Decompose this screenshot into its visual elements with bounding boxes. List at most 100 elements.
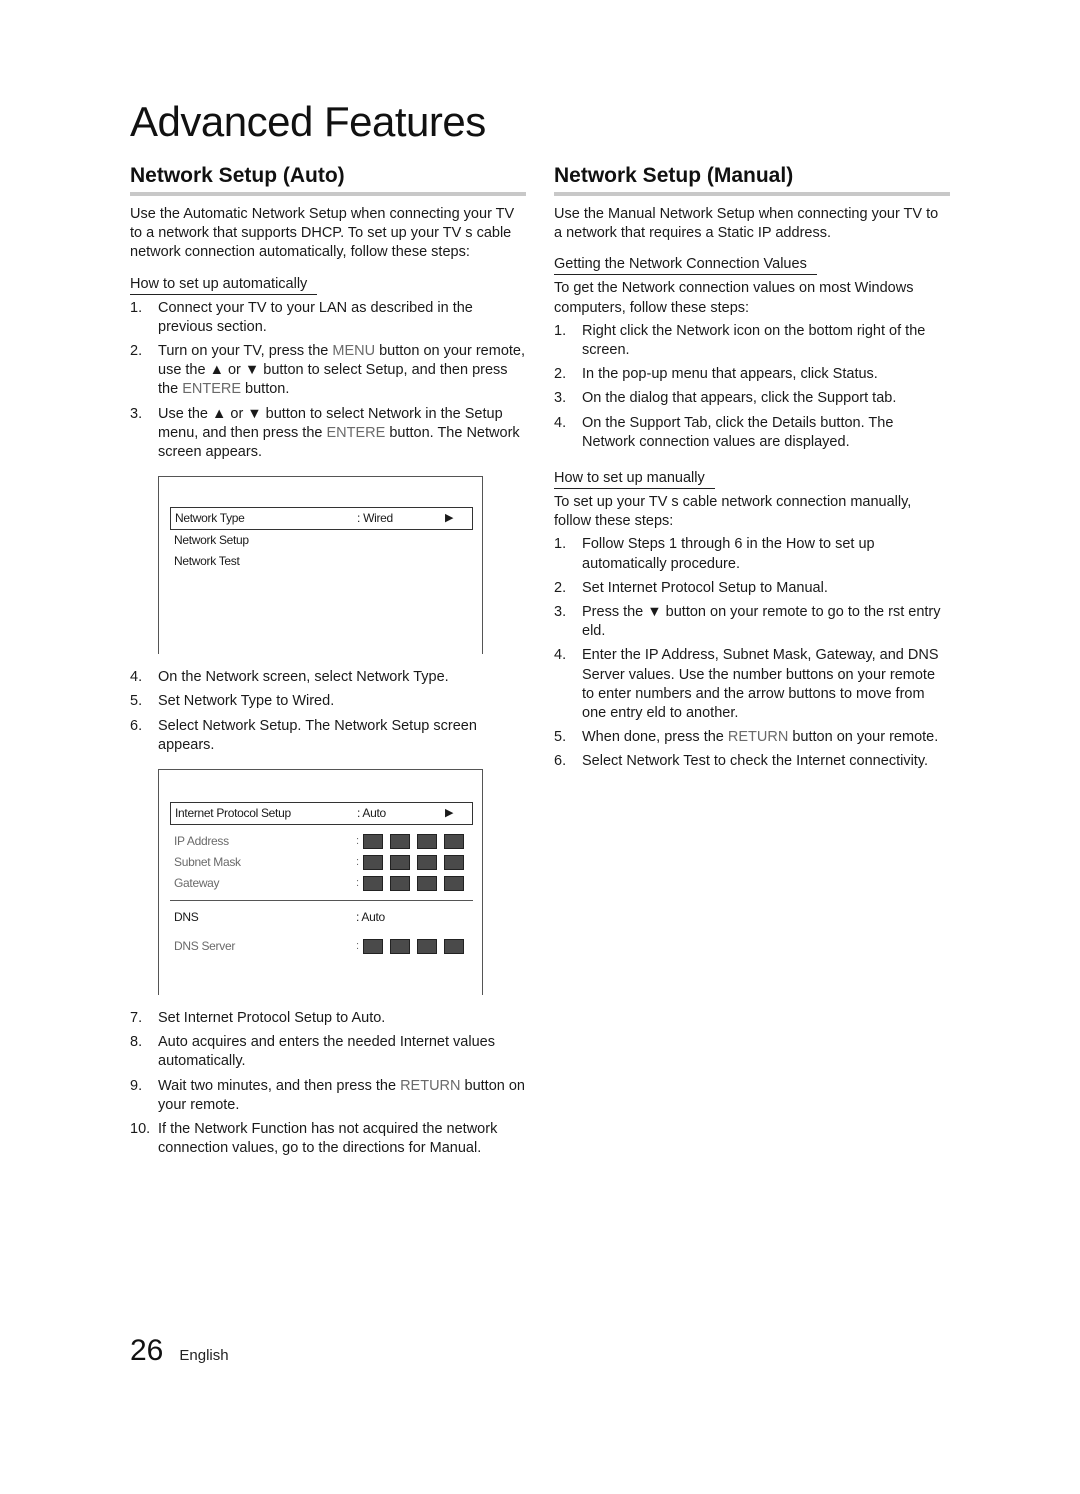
auto-steps-a: 1. Connect your TV to your LAN as describ… [130, 299, 526, 463]
step-item: 3. Use the ▲ or ▼ button to select Networ… [130, 405, 526, 463]
ip-setup-value: : Auto [357, 806, 386, 821]
step-number: 5. [554, 729, 567, 746]
octet-box [389, 855, 410, 871]
step-text: Set Internet Protocol Setup to Manual. [582, 579, 828, 596]
network-setup-manual-section: Network Setup (Manual) Use the Manual Ne… [554, 162, 950, 777]
network-test-label: Network Test [174, 554, 240, 569]
gateway-row: Gateway : [170, 873, 473, 894]
step-text: Turn on your TV, press the [158, 343, 333, 360]
step-text: On the dialog that appears, click the Su… [582, 390, 897, 407]
setup-manually-text: To set up your TV s cable network connec… [554, 494, 912, 530]
step-text: button. [241, 381, 290, 398]
subhead-setup-automatically: How to set up automatically [130, 275, 318, 295]
section-title-manual: Network Setup (Manual) [554, 162, 950, 196]
step-number: 7. [130, 1010, 143, 1027]
step-number: 6. [130, 717, 143, 734]
step-item: 1. Right click the Network icon on the bo… [554, 322, 950, 360]
step-item: 1. Follow Steps 1 through 6 in the How to… [554, 535, 950, 573]
octet-box [416, 834, 437, 850]
step-text: Select Network Test to check the Interne… [582, 753, 929, 770]
step-text: Auto acquires and enters the needed Inte… [158, 1034, 495, 1070]
step-number: 2. [130, 343, 143, 360]
manual-steps-values: 1. Right click the Network icon on the bo… [554, 322, 950, 452]
step-text: Right click the Network icon on the bott… [582, 322, 926, 359]
dns-value: : Auto [356, 910, 385, 925]
step-item: 2. In the pop-up menu that appears, click… [554, 365, 950, 384]
step-number: 4. [554, 647, 567, 664]
subhead-setup-manually: How to set up manually [554, 469, 715, 490]
octet-box [443, 876, 464, 892]
step-item: 6. Select Network Test to check the Inter… [554, 752, 950, 771]
network-setup-label: Network Setup [174, 533, 249, 548]
octet-box [389, 876, 410, 892]
dns-server-row: DNS Server : [170, 936, 473, 957]
step-text: Connect your TV to your LAN as described… [158, 299, 473, 335]
step-number: 3. [554, 390, 567, 407]
subnet-mask-row: Subnet Mask : [170, 852, 473, 873]
ip-address-label: IP Address [174, 834, 229, 849]
step-number: 1. [554, 536, 567, 553]
step-text: Select Network Setup. The Network Setup … [158, 717, 477, 753]
step-number: 4. [554, 414, 567, 431]
right-arrow-icon: ▶ [445, 512, 454, 525]
dns-row: DNS : Auto [170, 907, 473, 928]
step-text: Enter the IP Address, Subnet Mask, Gatew… [582, 647, 939, 722]
auto-steps-b: 4. On the Network screen, select Network … [130, 668, 526, 755]
step-item: 9. Wait two minutes, and then press the R… [130, 1077, 526, 1115]
octet-box [416, 939, 437, 955]
octet-box [416, 855, 437, 871]
step-item: 5. Set Network Type to Wired. [130, 692, 526, 711]
network-type-label: Network Type [175, 511, 245, 526]
subnet-mask-label: Subnet Mask [174, 855, 241, 870]
octet-box [443, 939, 464, 955]
button-name: ENTERE [182, 381, 242, 398]
step-text: Press the ▼ button on your remote to go … [582, 604, 941, 640]
step-number: 10. [130, 1121, 151, 1138]
network-test-row: Network Test [170, 551, 473, 572]
step-text: On the Network screen, select Network Ty… [158, 669, 449, 686]
network-setup-auto-section: Network Setup (Auto) Use the Automatic N… [130, 162, 526, 1163]
step-item: 6. Select Network Setup. The Network Setu… [130, 717, 526, 755]
octet-box [362, 939, 383, 955]
manual-steps-setup: 1. Follow Steps 1 through 6 in the How to… [554, 535, 950, 771]
step-item: 3. Press the ▼ button on your remote to g… [554, 603, 950, 641]
ip-setup-row: Internet Protocol Setup : Auto ▶ [170, 802, 473, 826]
ip-address-row: IP Address : [170, 831, 473, 852]
step-text: In the pop-up menu that appears, click S… [582, 366, 878, 383]
manual-intro: Use the Manual Network Setup when connec… [554, 206, 939, 242]
step-item: 7. Set Internet Protocol Setup to Auto. [130, 1009, 526, 1028]
step-text: Wait two minutes, and then press the [158, 1077, 401, 1094]
step-item: 3. On the dialog that appears, click the … [554, 389, 950, 408]
button-name: RETURN [727, 729, 789, 746]
step-number: 4. [130, 669, 143, 686]
step-text: If the Network Function has not acquired… [158, 1121, 498, 1157]
octet-box [362, 876, 383, 892]
step-item: 2. Turn on your TV, press the MENU button… [130, 342, 526, 400]
step-number: 2. [554, 366, 567, 383]
octet-box [443, 834, 464, 850]
step-item: 5. When done, press the RETURN button on … [554, 728, 950, 747]
network-screen-mockup: Network Type : Wired ▶ Network Setup Net… [158, 476, 483, 655]
page-footer: 26 English [130, 1334, 229, 1368]
step-text: Set Network Type to Wired. [158, 693, 335, 710]
step-number: 5. [130, 693, 143, 710]
language-label: English [179, 1347, 229, 1364]
button-name: MENU [332, 343, 376, 360]
step-text: Follow Steps 1 through 6 in the How to s… [582, 536, 875, 572]
step-number: 3. [130, 405, 143, 422]
octet-box [389, 939, 410, 955]
step-item: 10. If the Network Function has not acqui… [130, 1120, 526, 1158]
step-number: 6. [554, 753, 567, 770]
page-number: 26 [130, 1334, 164, 1367]
step-item: 1. Connect your TV to your LAN as describ… [130, 299, 526, 337]
right-arrow-icon: ▶ [445, 807, 454, 820]
connection-values-text: To get the Network connection values on … [554, 280, 914, 316]
octet-box [389, 834, 410, 850]
step-number: 2. [554, 579, 567, 596]
octet-box [362, 834, 383, 850]
section-title-auto: Network Setup (Auto) [130, 162, 526, 196]
step-item: 4. On the Support Tab, click the Details … [554, 414, 950, 452]
step-text: Set Internet Protocol Setup to Auto. [158, 1010, 386, 1027]
step-item: 8. Auto acquires and enters the needed In… [130, 1033, 526, 1071]
page-title: Advanced Features [130, 98, 486, 145]
